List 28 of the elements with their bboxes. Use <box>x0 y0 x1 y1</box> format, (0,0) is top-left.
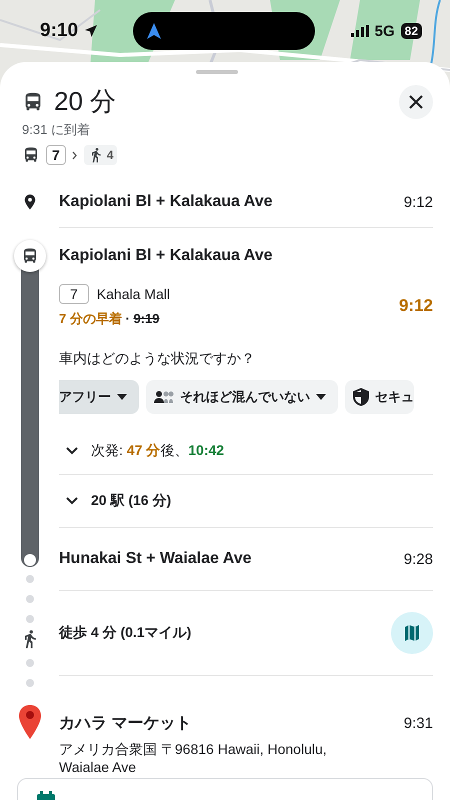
early-arrival: 7 分の早着 <box>59 311 122 326</box>
walk-minutes: 4 <box>84 145 118 165</box>
walk-summary: 徒歩 4 分 (0.1マイル) <box>59 624 192 642</box>
stops-toggle[interactable]: 20 駅 (16 分) <box>59 492 172 510</box>
stop-name: Kapiolani Bl + Kalakaua Ave <box>59 247 273 265</box>
headsign: Kahala Mall <box>96 286 170 302</box>
departure-time: 9:12 <box>398 296 433 316</box>
scheduled-time: 9:19 <box>133 311 160 326</box>
route-number: 7 <box>46 145 66 165</box>
departure-time: 9:12 <box>404 194 433 210</box>
next-departure-toggle[interactable]: 次発: 47 分後、10:42 <box>59 442 224 460</box>
stop-name: Kapiolani Bl + Kalakaua Ave <box>59 193 273 211</box>
arrival-time: 9:28 <box>404 550 433 568</box>
destination-address: アメリカ合衆国 〒96816 Hawaii, Honolulu, Waialae Ave <box>59 740 328 776</box>
crowding-question: 車内はどのような状況ですか？ <box>59 350 256 368</box>
arrival-time: 9:31 に到着 <box>21 121 91 139</box>
trip-duration: 20 分 <box>54 85 116 118</box>
arrival-time: 9:31 <box>404 715 433 732</box>
battery-level: 82 <box>400 23 422 39</box>
separator: · <box>125 311 130 326</box>
stop-name: Hunakai St + Waialae Ave <box>59 550 252 568</box>
network-type: 5G <box>374 22 395 40</box>
destination-name: カハラ マーケット <box>59 714 192 734</box>
route-number: 7 <box>59 284 89 304</box>
clock-time: 9:10 <box>40 20 78 42</box>
crowding-chip[interactable]: セキュ <box>345 380 414 414</box>
crowding-chip[interactable]: それほど混んでいない <box>146 380 338 414</box>
crowding-chip[interactable]: アフリー <box>59 380 139 414</box>
